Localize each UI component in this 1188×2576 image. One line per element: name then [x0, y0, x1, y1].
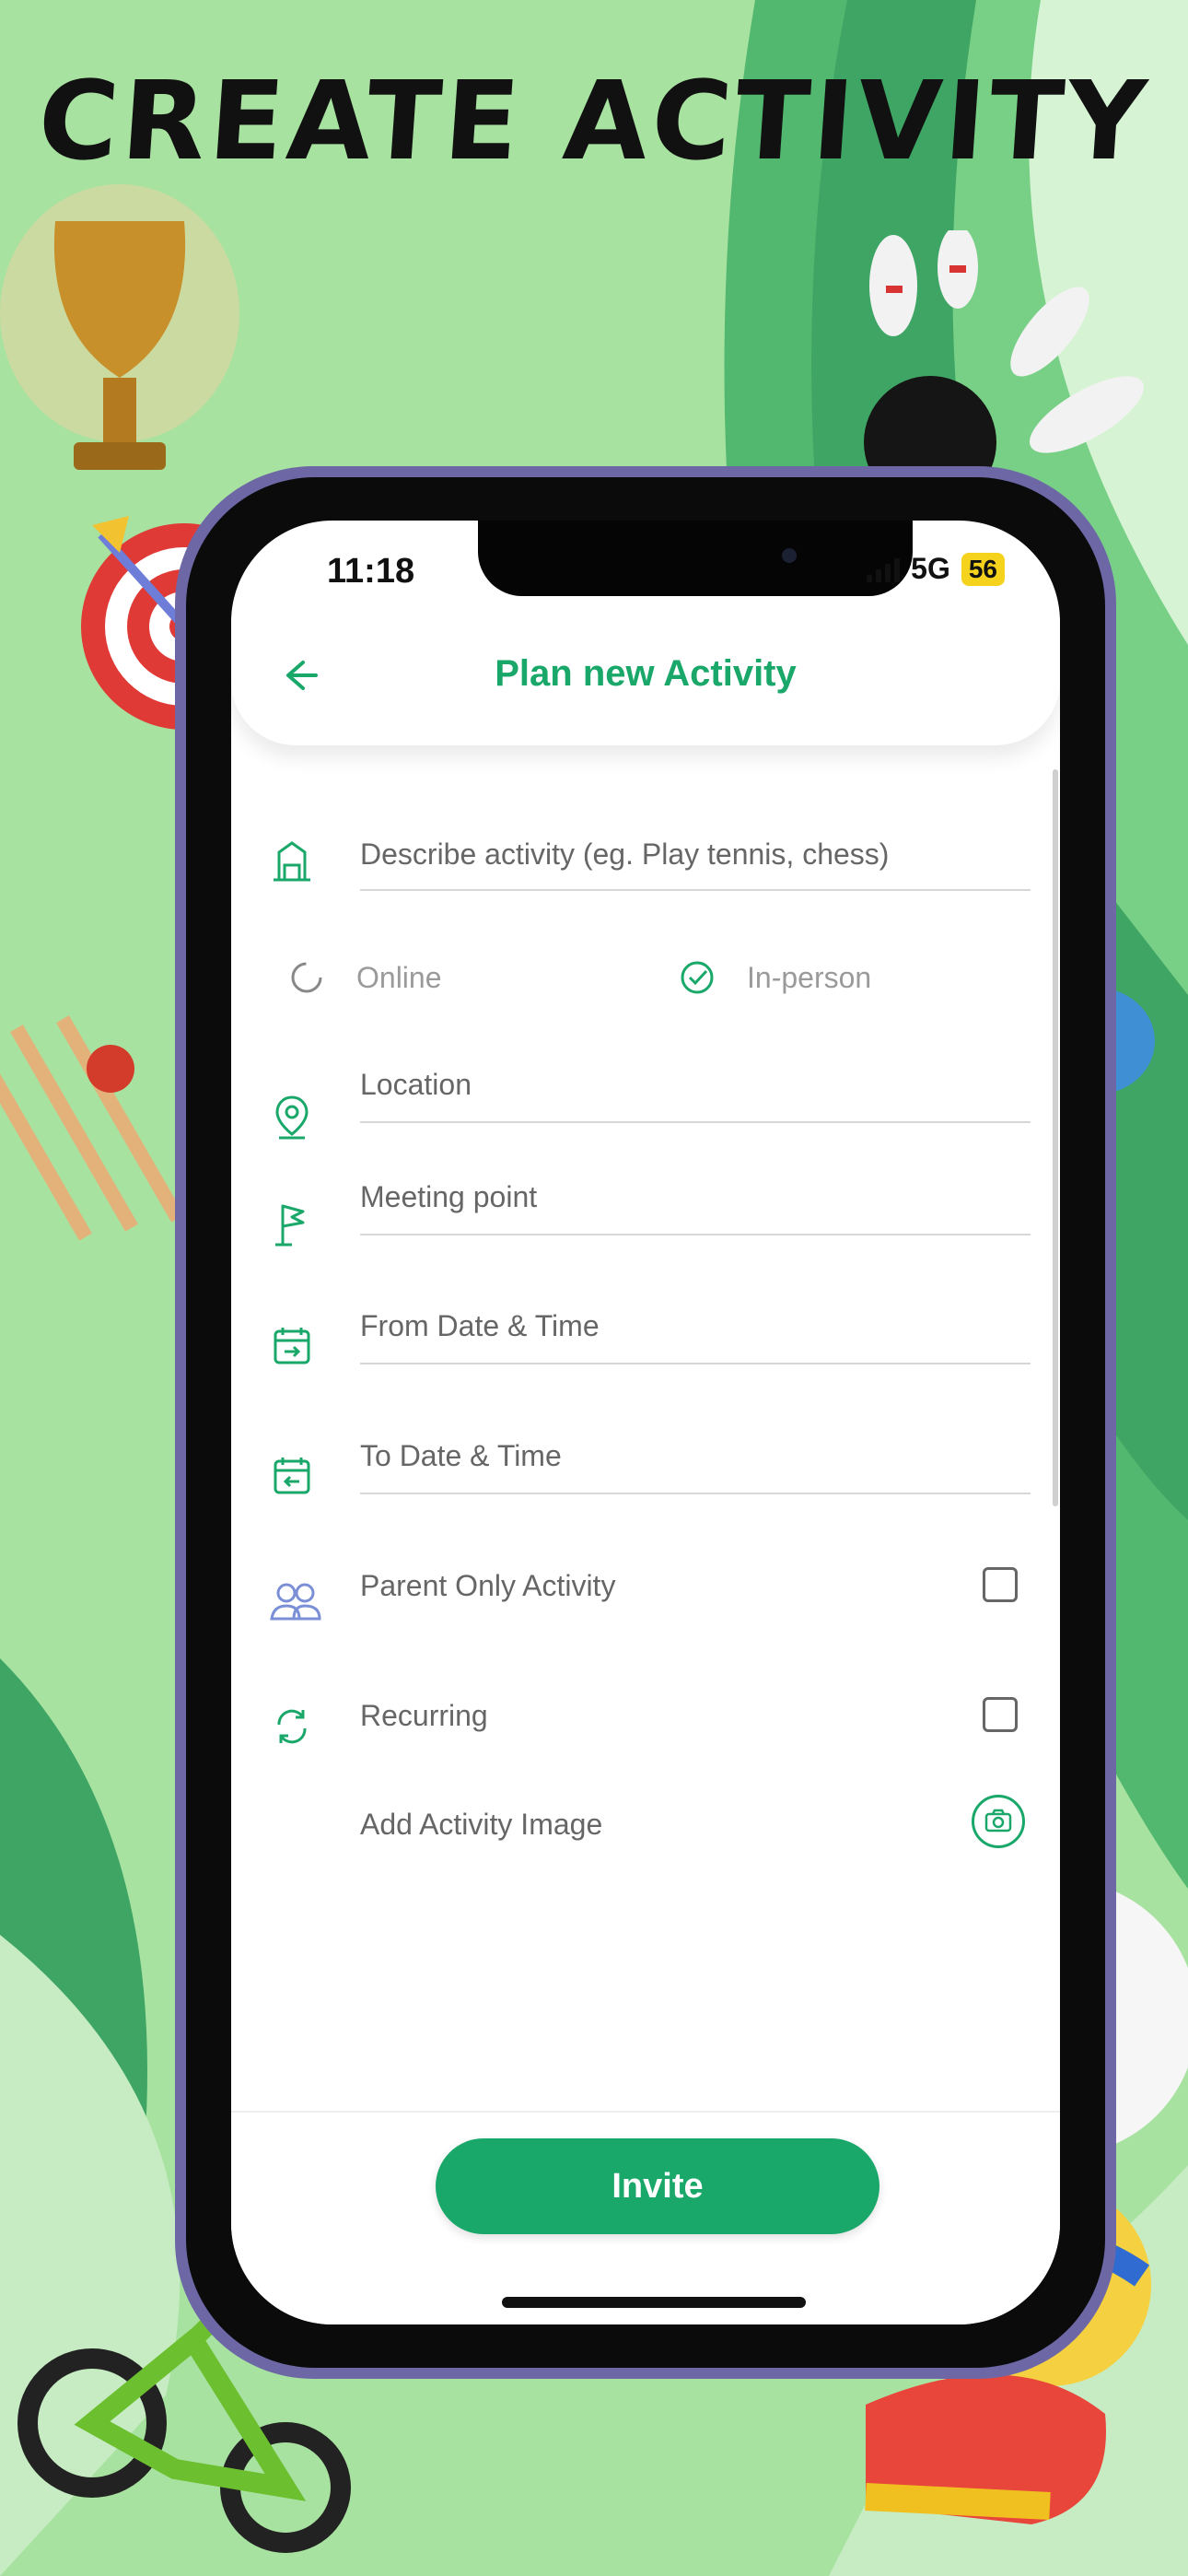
radio-in-person[interactable]: In-person	[679, 959, 871, 996]
trophy-icon	[0, 184, 239, 470]
describe-activity-placeholder: Describe activity (eg. Play tennis, ches…	[360, 837, 890, 871]
network-type: 5G	[911, 552, 950, 585]
to-datetime-field[interactable]: To Date & Time	[231, 1439, 1060, 1513]
battery-icon: 56	[961, 552, 1005, 586]
add-image-row[interactable]: Add Activity Image	[231, 1795, 1060, 1881]
phone-mockup: 11:18 5G 56 Plan new Activity Describe a…	[175, 466, 1116, 2379]
location-placeholder: Location	[360, 1068, 472, 1101]
parent-only-row[interactable]: Parent Only Activity	[231, 1567, 1060, 1643]
from-datetime-placeholder: From Date & Time	[360, 1309, 600, 1342]
signal-icon	[867, 556, 901, 582]
radio-in-person-label: In-person	[747, 960, 872, 994]
app-screen: 11:18 5G 56 Plan new Activity Describe a…	[231, 521, 1060, 2324]
to-datetime-placeholder: To Date & Time	[360, 1439, 562, 1472]
flag-icon	[275, 1204, 305, 1247]
check-circle-icon	[681, 961, 714, 994]
status-time: 11:18	[327, 552, 415, 591]
to-datetime-underline	[360, 1493, 1031, 1494]
from-datetime-field[interactable]: From Date & Time	[231, 1309, 1060, 1383]
playground-icon	[274, 841, 310, 882]
describe-underline	[360, 889, 1031, 891]
recurring-label: Recurring	[360, 1699, 488, 1732]
calendar-icon	[274, 1458, 310, 1494]
bottom-action-bar: Invite	[231, 2111, 1060, 2324]
recurring-row[interactable]: Recurring	[231, 1697, 1060, 1773]
cricket-wicket-icon	[0, 1015, 184, 1241]
location-underline	[360, 1121, 1031, 1123]
from-datetime-underline	[360, 1363, 1031, 1364]
calendar-icon	[274, 1328, 310, 1364]
radio-online-label: Online	[356, 960, 442, 994]
notch	[478, 521, 913, 596]
bowling-icon	[864, 230, 1144, 507]
describe-activity-field[interactable]: Describe activity (eg. Play tennis, ches…	[231, 825, 1060, 898]
radio-online[interactable]: Online	[288, 959, 442, 996]
location-pin-icon	[275, 1095, 309, 1140]
meeting-point-placeholder: Meeting point	[360, 1180, 538, 1213]
recurring-checkbox[interactable]	[983, 1697, 1018, 1732]
phone-bezel: 11:18 5G 56 Plan new Activity Describe a…	[186, 477, 1105, 2368]
status-indicators: 5G 56	[867, 552, 1005, 586]
location-field[interactable]: Location	[231, 1068, 1060, 1142]
app-bar: Plan new Activity	[231, 618, 1060, 745]
camera-icon[interactable]	[972, 1795, 1025, 1848]
meeting-point-field[interactable]: Meeting point	[231, 1180, 1060, 1254]
loading-circle-icon	[291, 962, 322, 993]
parent-only-checkbox[interactable]	[983, 1567, 1018, 1602]
parents-icon	[270, 1583, 321, 1621]
add-image-label: Add Activity Image	[360, 1808, 603, 1841]
meeting-point-underline	[360, 1234, 1031, 1235]
refresh-icon	[277, 1709, 307, 1744]
invite-button[interactable]: Invite	[436, 2138, 879, 2234]
camera-dot	[782, 548, 797, 563]
parent-only-label: Parent Only Activity	[360, 1569, 616, 1602]
page-title: Plan new Activity	[495, 653, 797, 694]
home-indicator	[502, 2297, 806, 2308]
